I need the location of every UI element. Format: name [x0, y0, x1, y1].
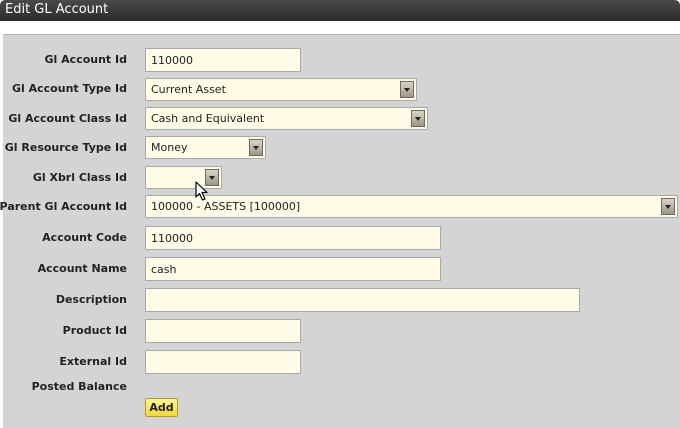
- dropdown-arrow-icon[interactable]: [411, 110, 425, 127]
- gl-resource-type-id-value: Money: [151, 141, 188, 154]
- external-id-input[interactable]: [145, 350, 301, 374]
- window-title: Edit GL Account: [5, 2, 109, 17]
- account-code-input[interactable]: [145, 226, 441, 250]
- gl-resource-type-id-label: Gl Resource Type Id: [4, 141, 127, 154]
- parent-gl-account-id-label: Parent Gl Account Id: [0, 200, 127, 213]
- gl-account-id-label: Gl Account Id: [44, 53, 127, 66]
- add-button[interactable]: Add: [145, 398, 178, 417]
- dropdown-arrow-icon[interactable]: [661, 198, 675, 215]
- product-id-label: Product Id: [62, 324, 127, 337]
- external-id-label: External Id: [59, 355, 127, 368]
- gl-resource-type-id-select[interactable]: Money: [145, 136, 266, 159]
- account-code-label: Account Code: [42, 231, 127, 244]
- parent-gl-account-id-value: 100000 - ASSETS [100000]: [151, 200, 301, 213]
- gl-account-class-id-select[interactable]: Cash and Equivalent: [145, 107, 428, 130]
- dropdown-arrow-icon[interactable]: [249, 139, 263, 156]
- window-titlebar: Edit GL Account: [0, 0, 680, 21]
- gl-xbrl-class-id-label: Gl Xbrl Class Id: [32, 171, 127, 184]
- gl-account-id-input[interactable]: [145, 48, 301, 72]
- gl-account-type-id-label: Gl Account Type Id: [12, 82, 127, 95]
- dropdown-arrow-icon[interactable]: [400, 81, 414, 98]
- mouse-pointer-icon: [195, 181, 208, 201]
- gl-account-type-id-value: Current Asset: [151, 83, 226, 96]
- gl-xbrl-class-id-select[interactable]: [145, 166, 222, 189]
- description-label: Description: [55, 293, 127, 306]
- gl-account-class-id-value: Cash and Equivalent: [151, 112, 265, 125]
- account-name-label: Account Name: [37, 262, 127, 275]
- gl-account-type-id-select[interactable]: Current Asset: [145, 78, 417, 101]
- gl-account-class-id-label: Gl Account Class Id: [8, 112, 127, 125]
- description-input[interactable]: [145, 288, 580, 312]
- account-name-input[interactable]: [145, 257, 441, 281]
- product-id-input[interactable]: [145, 319, 301, 343]
- parent-gl-account-id-select[interactable]: 100000 - ASSETS [100000]: [145, 195, 678, 218]
- posted-balance-label: Posted Balance: [31, 380, 127, 393]
